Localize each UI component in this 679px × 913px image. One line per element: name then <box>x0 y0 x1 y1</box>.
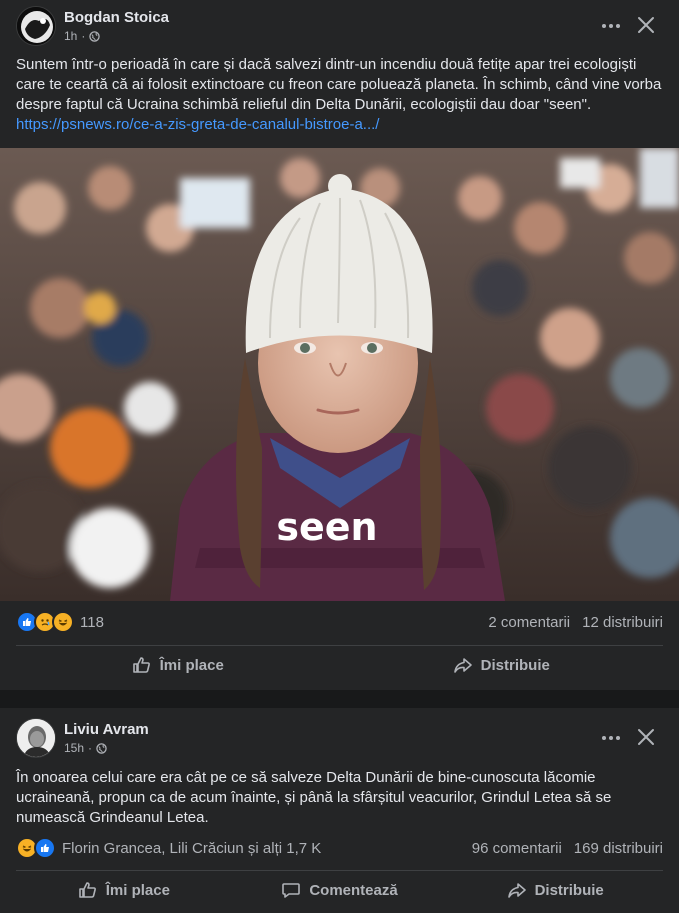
share-count[interactable]: 12 distribuiri <box>582 614 663 631</box>
post-meta: 1h · <box>64 29 101 43</box>
comment-count[interactable]: 2 comentarii <box>488 614 570 631</box>
post-text: În onoarea celui care era cât pe ce să s… <box>16 768 665 828</box>
post-meta: 15h · <box>64 741 107 755</box>
like-button[interactable]: Îmi place <box>16 645 340 685</box>
post-header: Bogdan Stoica 1h · <box>16 6 679 50</box>
post-card: Liviu Avram 15h · În onoarea celui care … <box>0 708 679 913</box>
like-icon <box>34 837 56 859</box>
avatar-image <box>17 7 55 45</box>
author-name[interactable]: Bogdan Stoica <box>64 9 169 26</box>
haha-icon <box>52 611 74 633</box>
avatar[interactable] <box>16 718 56 758</box>
share-label: Distribuie <box>480 656 550 674</box>
thumbs-up-icon <box>132 657 150 673</box>
comment-count[interactable]: 96 comentarii <box>472 840 562 857</box>
share-count[interactable]: 169 distribuiri <box>574 840 663 857</box>
share-label: Distribuie <box>534 881 604 899</box>
like-label: Îmi place <box>105 881 170 899</box>
post-header: Liviu Avram 15h · <box>16 718 679 762</box>
comment-icon <box>282 883 301 898</box>
thumbs-up-icon <box>78 882 96 898</box>
post-image[interactable]: seen <box>0 148 679 601</box>
globe-icon <box>89 30 101 42</box>
post-time[interactable]: 15h <box>64 741 84 755</box>
comment-label: Comentează <box>309 881 398 899</box>
post-body: Suntem într-o perioadă în care și dacă s… <box>16 56 662 113</box>
comment-button[interactable]: Comentează <box>232 870 448 910</box>
post-link[interactable]: https://psnews.ro/ce-a-zis-greta-de-cana… <box>16 116 379 133</box>
reaction-icons[interactable] <box>16 611 74 633</box>
reaction-icons[interactable] <box>16 837 56 859</box>
avatar-image <box>17 719 55 757</box>
post-stats: 118 2 comentarii 12 distribuiri <box>16 611 663 633</box>
author-name[interactable]: Liviu Avram <box>64 721 149 738</box>
close-icon[interactable] <box>635 14 657 36</box>
share-button[interactable]: Distribuie <box>340 645 664 685</box>
image-caption: seen <box>276 505 377 549</box>
avatar[interactable] <box>16 6 56 46</box>
post-actions: Îmi place Distribuie <box>16 645 663 685</box>
more-options-icon[interactable] <box>599 16 623 36</box>
reactors-summary[interactable]: Florin Grancea, Lili Crăciun și alți 1,7… <box>62 840 321 857</box>
like-button[interactable]: Îmi place <box>16 870 232 910</box>
share-icon <box>453 658 472 673</box>
post-stats: Florin Grancea, Lili Crăciun și alți 1,7… <box>16 837 663 859</box>
share-icon <box>507 883 526 898</box>
like-label: Îmi place <box>159 656 224 674</box>
post-text: Suntem într-o perioadă în care și dacă s… <box>16 55 665 135</box>
globe-icon <box>96 742 107 754</box>
post-time[interactable]: 1h <box>64 29 77 43</box>
post-card: Bogdan Stoica 1h · Suntem într-o perioad… <box>0 0 679 690</box>
close-icon[interactable] <box>635 726 657 748</box>
reaction-count[interactable]: 118 <box>80 614 104 631</box>
post-actions: Îmi place Comentează Distribuie <box>16 870 663 910</box>
post-body: În onoarea celui care era cât pe ce să s… <box>16 769 612 826</box>
share-button[interactable]: Distribuie <box>447 870 663 910</box>
more-options-icon[interactable] <box>599 728 623 748</box>
protest-photo: seen <box>0 148 679 601</box>
